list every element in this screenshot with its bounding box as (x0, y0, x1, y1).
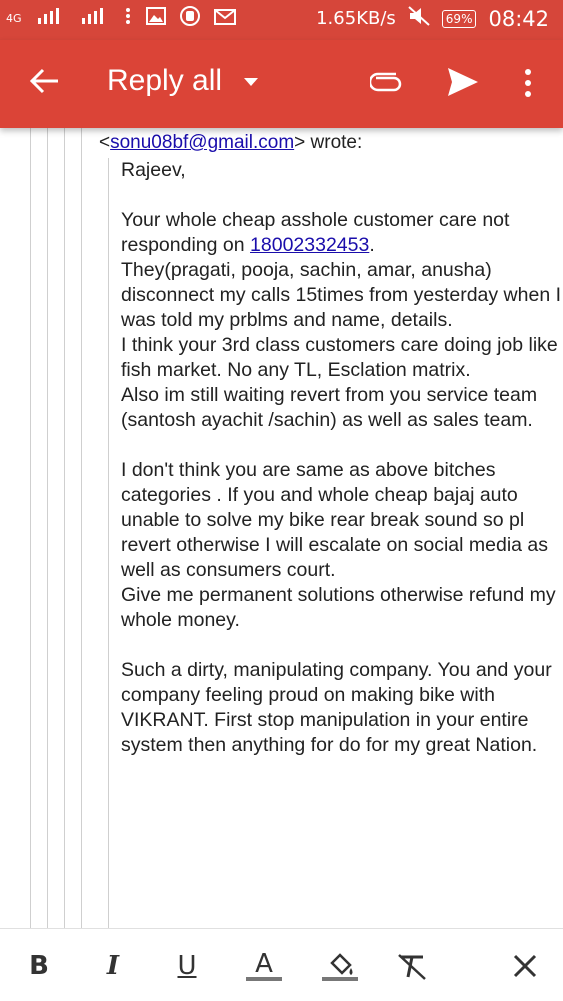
quoted-email-area[interactable]: <sonu08bf@gmail.com> wrote: Rajeev, Your… (0, 128, 563, 928)
paragraph-2-line2: Give me permanent solutions otherwise re… (121, 584, 556, 631)
paragraph-2: I don't think you are same as above bitc… (121, 459, 549, 581)
app-bar: Reply all (0, 40, 563, 128)
gallery-notification-icon (145, 7, 166, 29)
bold-button[interactable]: B (22, 949, 56, 983)
signal-strength-icon (36, 7, 66, 29)
send-icon[interactable] (446, 66, 480, 98)
text-color-button[interactable]: A (244, 949, 284, 983)
status-left: 4G (6, 6, 236, 30)
message-body: Rajeev, Your whole cheap asshole custome… (121, 158, 561, 758)
clear-format-icon[interactable] (392, 949, 432, 983)
close-icon[interactable] (508, 949, 542, 983)
email-bracket-open: < (99, 132, 111, 153)
quote-header: <sonu08bf@gmail.com> wrote: (99, 132, 362, 154)
format-toolbar: B I U A (0, 928, 563, 1001)
quote-line-1 (30, 128, 31, 928)
clock: 08:42 (488, 6, 549, 31)
network-type-label: 4G (6, 11, 22, 25)
quote-line-3 (64, 128, 65, 928)
fill-color-swatch (322, 977, 358, 981)
text-color-label: A (255, 949, 273, 979)
back-arrow-icon[interactable] (28, 64, 62, 98)
signal-strength-2-icon (80, 7, 110, 29)
paragraph-1: Your whole cheap asshole customer care n… (121, 208, 561, 258)
attach-icon[interactable] (368, 70, 404, 94)
more-notifications-icon (124, 7, 132, 29)
mail-notification-icon (213, 7, 236, 29)
underline-button[interactable]: U (170, 949, 204, 983)
sender-email-link[interactable]: sonu08bf@gmail.com (110, 132, 294, 153)
wrote-label: > wrote: (294, 132, 363, 153)
quote-line-5 (108, 158, 109, 928)
battery-indicator: 69% (441, 9, 477, 28)
quote-line-4 (81, 128, 82, 928)
hand-notification-icon (179, 6, 200, 30)
greeting: Rajeev, (121, 159, 186, 181)
chevron-down-icon[interactable] (244, 78, 258, 86)
mute-icon (408, 6, 430, 31)
phone-link[interactable]: 18002332453 (250, 234, 369, 256)
quote-line-2 (47, 128, 48, 928)
fill-color-icon[interactable] (320, 949, 360, 983)
more-vert-icon[interactable] (520, 66, 536, 100)
network-speed: 1.65KB/s (316, 8, 396, 29)
reply-mode-title[interactable]: Reply all (107, 64, 222, 98)
paragraph-3: Such a dirty, manipulating company. You … (121, 659, 552, 756)
paragraph-1-line3: I think your 3rd class customers care do… (121, 334, 558, 381)
status-right: 1.65KB/s 69% 08:42 (316, 6, 549, 31)
paragraph-1-end: . (369, 234, 375, 256)
paragraph-1-line2: They(pragati, pooja, sachin, amar, anush… (121, 259, 562, 331)
text-color-swatch (246, 977, 282, 981)
status-bar: 4G 1.65KB/s 69% 08:42 (0, 0, 563, 40)
paragraph-1-line4: Also im still waiting revert from you se… (121, 384, 538, 431)
italic-button[interactable]: I (96, 949, 130, 983)
